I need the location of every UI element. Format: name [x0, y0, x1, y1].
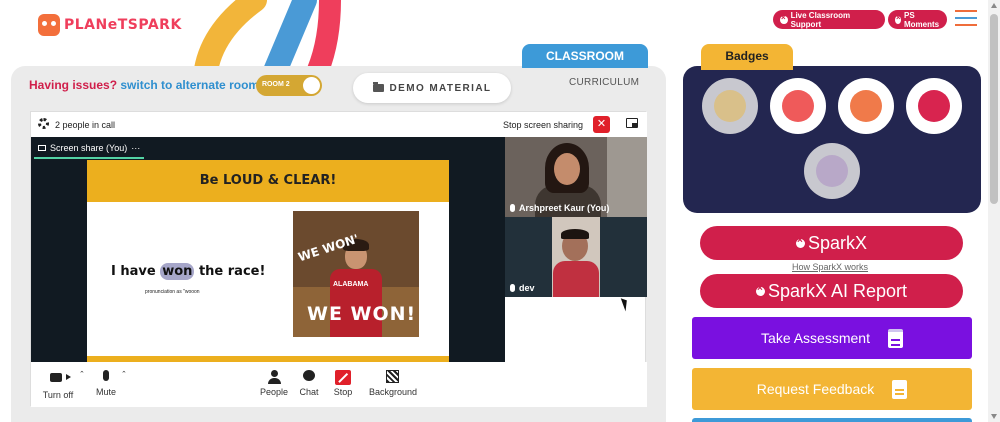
tab-classroom[interactable]: CLASSROOM	[522, 44, 648, 68]
people-icon	[268, 370, 281, 384]
planetspark-logo[interactable]: PLANeTSPARK	[38, 14, 182, 36]
badges-title: Badges	[701, 44, 793, 70]
menu-icon[interactable]	[955, 10, 977, 26]
stop-share-button[interactable]: Stop	[331, 370, 355, 397]
call-toolbar: Turn off ⌃ Mute ⌃ People Chat Stop Backg…	[31, 362, 647, 407]
people-in-call-count: 2 people in call	[55, 120, 116, 130]
request-feedback-button[interactable]: Request Feedback	[692, 368, 972, 410]
logo-text: PLANeTSPARK	[64, 17, 182, 33]
meditation-badge-icon[interactable]	[838, 78, 894, 134]
sparkx-ai-report-button[interactable]: SparkX AI Report	[700, 274, 963, 308]
live-support-label: Live Classroom Support	[790, 10, 851, 29]
robot-logo-icon	[38, 14, 60, 36]
participant-tile-student[interactable]: dev	[505, 217, 647, 297]
screen-share-label: Screen share (You)	[50, 143, 128, 153]
mute-button[interactable]: Mute ⌃	[93, 370, 127, 397]
switch-room-link[interactable]: switch to alternate room	[120, 78, 259, 92]
mouse-cursor-icon	[620, 296, 631, 312]
room-toggle[interactable]: ROOM 2	[256, 75, 322, 96]
demo-material-button[interactable]: DEMO MATERIAL	[353, 73, 511, 103]
camera-button[interactable]: Turn off ⌃	[41, 370, 85, 400]
scroll-down-icon[interactable]	[991, 414, 997, 419]
microphone-icon	[103, 370, 109, 381]
scroll-up-icon[interactable]	[991, 3, 997, 8]
gear-icon[interactable]	[38, 118, 49, 129]
microphone-icon	[510, 204, 515, 212]
phrase-highlight: won	[160, 263, 195, 280]
hand-raise-badge-icon[interactable]	[770, 78, 826, 134]
toggle-knob	[303, 77, 320, 94]
chat-icon	[303, 370, 315, 381]
microphone-icon	[510, 284, 515, 292]
moments-icon	[895, 13, 901, 24]
demo-material-label: DEMO MATERIAL	[389, 82, 492, 94]
stop-share-icon	[335, 370, 351, 385]
camera-options-chevron-icon[interactable]: ⌃	[79, 370, 85, 378]
participant-name: dev	[510, 283, 535, 293]
gif-jersey-text: ALABAMA	[333, 281, 369, 288]
pronunciation-note: pronunciation as "wooon	[145, 289, 200, 295]
sparkx-button[interactable]: SparkX	[700, 226, 963, 260]
alternate-room-prompt: Having issues? switch to alternate room	[29, 78, 259, 92]
document-icon	[892, 379, 908, 399]
stop-sharing-close-icon[interactable]: ✕	[593, 116, 610, 133]
phrase-end: the race!	[194, 264, 266, 279]
how-sparkx-works-link[interactable]: How SparkX works	[792, 262, 868, 272]
more-options-icon[interactable]: ···	[131, 143, 140, 153]
folder-icon	[372, 82, 384, 92]
room-toggle-label: ROOM 2	[262, 81, 290, 88]
stop-screen-sharing-label: Stop screen sharing	[503, 120, 584, 130]
next-action-button[interactable]	[692, 418, 972, 422]
robot-planet-badge-icon[interactable]	[804, 143, 860, 199]
sparkx-icon	[795, 235, 805, 248]
tab-curriculum[interactable]: CURRICULUM	[569, 77, 639, 88]
live-classroom-support-button[interactable]: Live Classroom Support	[773, 10, 885, 29]
page-scrollbar[interactable]	[988, 0, 1000, 422]
slide-heading: Be LOUD & CLEAR!	[87, 160, 449, 202]
support-icon	[780, 13, 788, 24]
mic-options-chevron-icon[interactable]: ⌃	[121, 370, 127, 378]
we-won-gif: ALABAMA WE WON' WE WON!	[293, 211, 419, 337]
phrase-start: I have	[111, 264, 161, 279]
having-issues-text: Having issues?	[29, 78, 118, 92]
participant-name: Arshpreet Kaur (You)	[510, 203, 609, 213]
participant-tile-teacher[interactable]: Arshpreet Kaur (You)	[505, 137, 647, 217]
picture-in-picture-icon[interactable]	[626, 118, 638, 128]
screen-share-stage: Screen share (You) ··· Be LOUD & CLEAR! …	[31, 137, 505, 362]
clipboard-icon	[887, 328, 903, 348]
active-tab-indicator	[34, 157, 144, 159]
chat-button[interactable]: Chat	[298, 370, 320, 397]
call-top-bar: 2 people in call Stop screen sharing ✕	[31, 112, 647, 137]
camera-icon	[50, 373, 62, 382]
take-assessment-button[interactable]: Take Assessment	[692, 317, 972, 359]
slide-phrase: I have won the race!	[111, 263, 266, 280]
scrollbar-thumb[interactable]	[990, 14, 998, 204]
sparkx-icon	[755, 283, 765, 296]
trophy-badge-icon[interactable]	[702, 78, 758, 134]
people-button[interactable]: People	[259, 370, 289, 397]
screen-share-tab[interactable]: Screen share (You) ···	[38, 143, 140, 153]
gif-caption-bottom: WE WON!	[307, 303, 417, 325]
monitor-icon	[38, 145, 46, 151]
presentation-slide: Be LOUD & CLEAR! I have won the race! pr…	[87, 160, 449, 362]
ps-moments-label: PS Moments	[904, 10, 940, 29]
background-icon	[386, 370, 399, 383]
ps-moments-button[interactable]: PS Moments	[888, 10, 947, 29]
lightbulb-badge-icon[interactable]	[906, 78, 962, 134]
video-call-window: 2 people in call Stop screen sharing ✕ S…	[30, 111, 647, 407]
background-button[interactable]: Background	[366, 370, 420, 397]
